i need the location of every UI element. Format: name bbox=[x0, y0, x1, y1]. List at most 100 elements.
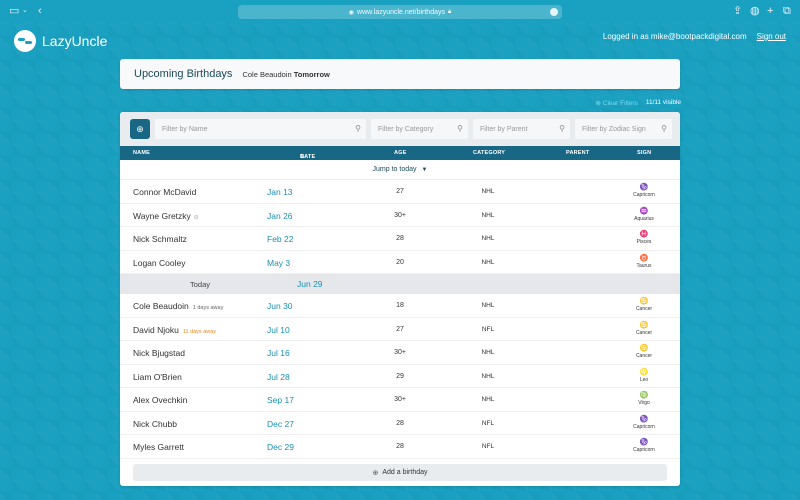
birthday-date: Dec 29 bbox=[267, 442, 294, 452]
table-row[interactable]: Nick Chubb Dec 27 28 NFL ♑ Capricorn bbox=[120, 412, 680, 435]
zodiac-name: Cancer bbox=[635, 306, 653, 312]
table-row[interactable]: Alex Ovechkin Sep 17 30+ NHL ♍ Virgo bbox=[120, 388, 680, 412]
filter-bar: ⊕ Filter by Name ⚲ Filter by Category ⚲ Fi… bbox=[120, 112, 680, 146]
category: NFL bbox=[481, 443, 495, 450]
person-name[interactable]: Connor McDavid bbox=[133, 187, 196, 197]
next-birthday-name: Cole Beaudoin bbox=[242, 69, 292, 79]
app-logo[interactable]: LazyUncle bbox=[14, 30, 107, 52]
zodiac-sign: ♋ Cancer bbox=[626, 298, 662, 313]
category-filter-input[interactable]: Filter by Category ⚲ bbox=[371, 119, 468, 139]
col-parent[interactable]: PARENT bbox=[566, 150, 589, 156]
sort-icon: ⇅ bbox=[300, 154, 305, 160]
days-away: 11 days away bbox=[182, 328, 217, 335]
next-birthday: Cole Beaudoin Tomorrow bbox=[242, 70, 329, 79]
address-bar[interactable]: ◉ www.lazyuncle.net/birthdays 🔒︎ bbox=[238, 5, 562, 19]
table-row[interactable]: Nick Schmaltz Feb 22 28 NHL ♓ Pisces bbox=[120, 227, 680, 251]
birthday-date: Jan 26 bbox=[267, 210, 293, 221]
zodiac-sign: ♓ Pisces bbox=[626, 231, 662, 246]
birthday-date: Jun 30 bbox=[267, 301, 293, 311]
table-header: NAME DATE ⇅ AGE CATEGORY PARENT SIGN bbox=[120, 146, 680, 160]
category: NHL bbox=[481, 349, 495, 356]
birthday-date: Dec 27 bbox=[267, 418, 294, 429]
table-row[interactable]: Cole Beaudoin 1 days away Jun 30 18 NHL ♋ Canc… bbox=[120, 294, 680, 318]
logged-in-text: Logged in as mike@bootpackdigital.com bbox=[602, 32, 747, 41]
jump-to-today-button[interactable]: Jump to today ▼ bbox=[120, 160, 680, 180]
more-icon[interactable] bbox=[550, 8, 558, 16]
person-name[interactable]: Liam O'Brien bbox=[133, 372, 182, 382]
category: NHL bbox=[481, 235, 495, 242]
back-icon[interactable]: ‹ bbox=[38, 0, 42, 22]
table-row[interactable]: Myles Garrett Dec 29 28 NFL ♑ Capricorn bbox=[120, 435, 680, 459]
zodiac-name: Pisces bbox=[636, 239, 652, 245]
zodiac-name: Virgo bbox=[638, 400, 650, 406]
age: 28 bbox=[396, 419, 404, 427]
share-icon[interactable]: ⇪ bbox=[733, 0, 742, 22]
clear-filters-button[interactable]: ⊗ Clear Filters bbox=[596, 99, 638, 107]
category: NHL bbox=[481, 188, 495, 195]
search-icon: ⚲ bbox=[661, 124, 667, 133]
person-name[interactable]: Wayne Gretzky ⊘ bbox=[133, 211, 199, 221]
category: NHL bbox=[481, 372, 495, 380]
sidebar-toggle-icon[interactable]: ▭ bbox=[9, 0, 19, 22]
sign-out-link[interactable]: Sign out bbox=[757, 32, 786, 41]
lock-icon: 🔒︎ bbox=[447, 8, 452, 15]
plus-circle-icon: ⊕ bbox=[136, 123, 144, 134]
col-sign[interactable]: SIGN bbox=[637, 150, 651, 156]
logo-text: LazyUncle bbox=[42, 33, 108, 49]
zodiac-name: Cancer bbox=[635, 353, 653, 359]
person-name[interactable]: Myles Garrett bbox=[133, 442, 184, 452]
table-row[interactable]: Nick Bjugstad Jul 16 30+ NHL ♋ Cancer bbox=[120, 341, 680, 365]
name-filter-input[interactable]: Filter by Name ⚲ bbox=[155, 119, 366, 139]
person-name[interactable]: Alex Ovechkin bbox=[133, 395, 187, 405]
plus-circle-icon: ⊕ bbox=[372, 469, 379, 477]
table-row[interactable]: Wayne Gretzky ⊘ Jan 26 30+ NHL ♒ Aquarius bbox=[120, 204, 680, 227]
person-name[interactable]: Cole Beaudoin 1 days away bbox=[133, 301, 223, 311]
sign-filter-input[interactable]: Filter by Zodiac Sign ⚲ bbox=[575, 119, 672, 139]
zodiac-name: Capricorn bbox=[633, 447, 655, 453]
page-title: Upcoming Birthdays bbox=[134, 68, 233, 80]
category: NHL bbox=[481, 258, 495, 266]
age: 30+ bbox=[394, 349, 406, 356]
col-name[interactable]: NAME bbox=[133, 150, 150, 156]
age: 28 bbox=[396, 235, 404, 242]
table-row[interactable]: Logan Cooley May 3 20 NHL ♉ Taurus bbox=[120, 251, 680, 274]
today-label: Today bbox=[190, 280, 211, 289]
password-icon[interactable]: ◍ bbox=[750, 0, 760, 22]
birthday-date: Feb 22 bbox=[267, 234, 294, 244]
birthday-table: ⊕ Filter by Name ⚲ Filter by Category ⚲ Fi… bbox=[120, 112, 680, 486]
person-name[interactable]: David Njoku 11 days away bbox=[133, 325, 216, 335]
category: NFL bbox=[481, 419, 495, 427]
zodiac-name: Capricorn bbox=[633, 423, 655, 430]
zodiac-name: Cancer bbox=[635, 329, 653, 336]
search-icon: ⚲ bbox=[559, 124, 565, 133]
table-row[interactable]: Liam O'Brien Jul 28 29 NHL ♌ Leo bbox=[120, 365, 680, 388]
browser-toolbar: ▭ ⌄ ‹ ◉ www.lazyuncle.net/birthdays 🔒︎ ⇪… bbox=[0, 0, 800, 22]
col-category[interactable]: CATEGORY bbox=[473, 150, 505, 156]
search-icon: ⚲ bbox=[457, 124, 463, 133]
person-name[interactable]: Logan Cooley bbox=[133, 258, 185, 268]
zodiac-icon: ♑ bbox=[639, 415, 649, 423]
add-button[interactable]: ⊕ bbox=[130, 119, 150, 139]
zodiac-sign: ♉ Taurus bbox=[626, 255, 662, 270]
note-icon[interactable]: ⊘ bbox=[194, 215, 199, 221]
parent-filter-input[interactable]: Filter by Parent ⚲ bbox=[473, 119, 570, 139]
zodiac-icon: ♑ bbox=[639, 439, 649, 446]
person-name[interactable]: Nick Bjugstad bbox=[133, 348, 185, 358]
birthday-date: Jul 16 bbox=[267, 348, 290, 358]
today-date: Jun 29 bbox=[297, 279, 323, 289]
age: 29 bbox=[396, 372, 404, 380]
table-row[interactable]: Connor McDavid Jan 13 27 NHL ♑ Capricorn bbox=[120, 180, 680, 204]
tabs-overview-icon[interactable]: ⧉ bbox=[783, 0, 791, 22]
zodiac-sign: ♒ Aquarius bbox=[626, 208, 662, 223]
zodiac-name: Taurus bbox=[636, 262, 652, 269]
chevron-down-icon[interactable]: ⌄ bbox=[22, 0, 28, 22]
col-age[interactable]: AGE bbox=[394, 150, 407, 156]
add-birthday-button[interactable]: ⊕ Add a birthday bbox=[133, 464, 667, 481]
person-name[interactable]: Nick Schmaltz bbox=[133, 234, 187, 244]
person-name[interactable]: Nick Chubb bbox=[133, 419, 177, 429]
age: 28 bbox=[396, 443, 404, 450]
table-row[interactable]: David Njoku 11 days away Jul 10 27 NFL ♋ Cance… bbox=[120, 318, 680, 341]
new-tab-icon[interactable]: + bbox=[767, 0, 773, 22]
search-icon: ⚲ bbox=[355, 124, 361, 133]
birthday-date: Jul 10 bbox=[267, 324, 290, 335]
